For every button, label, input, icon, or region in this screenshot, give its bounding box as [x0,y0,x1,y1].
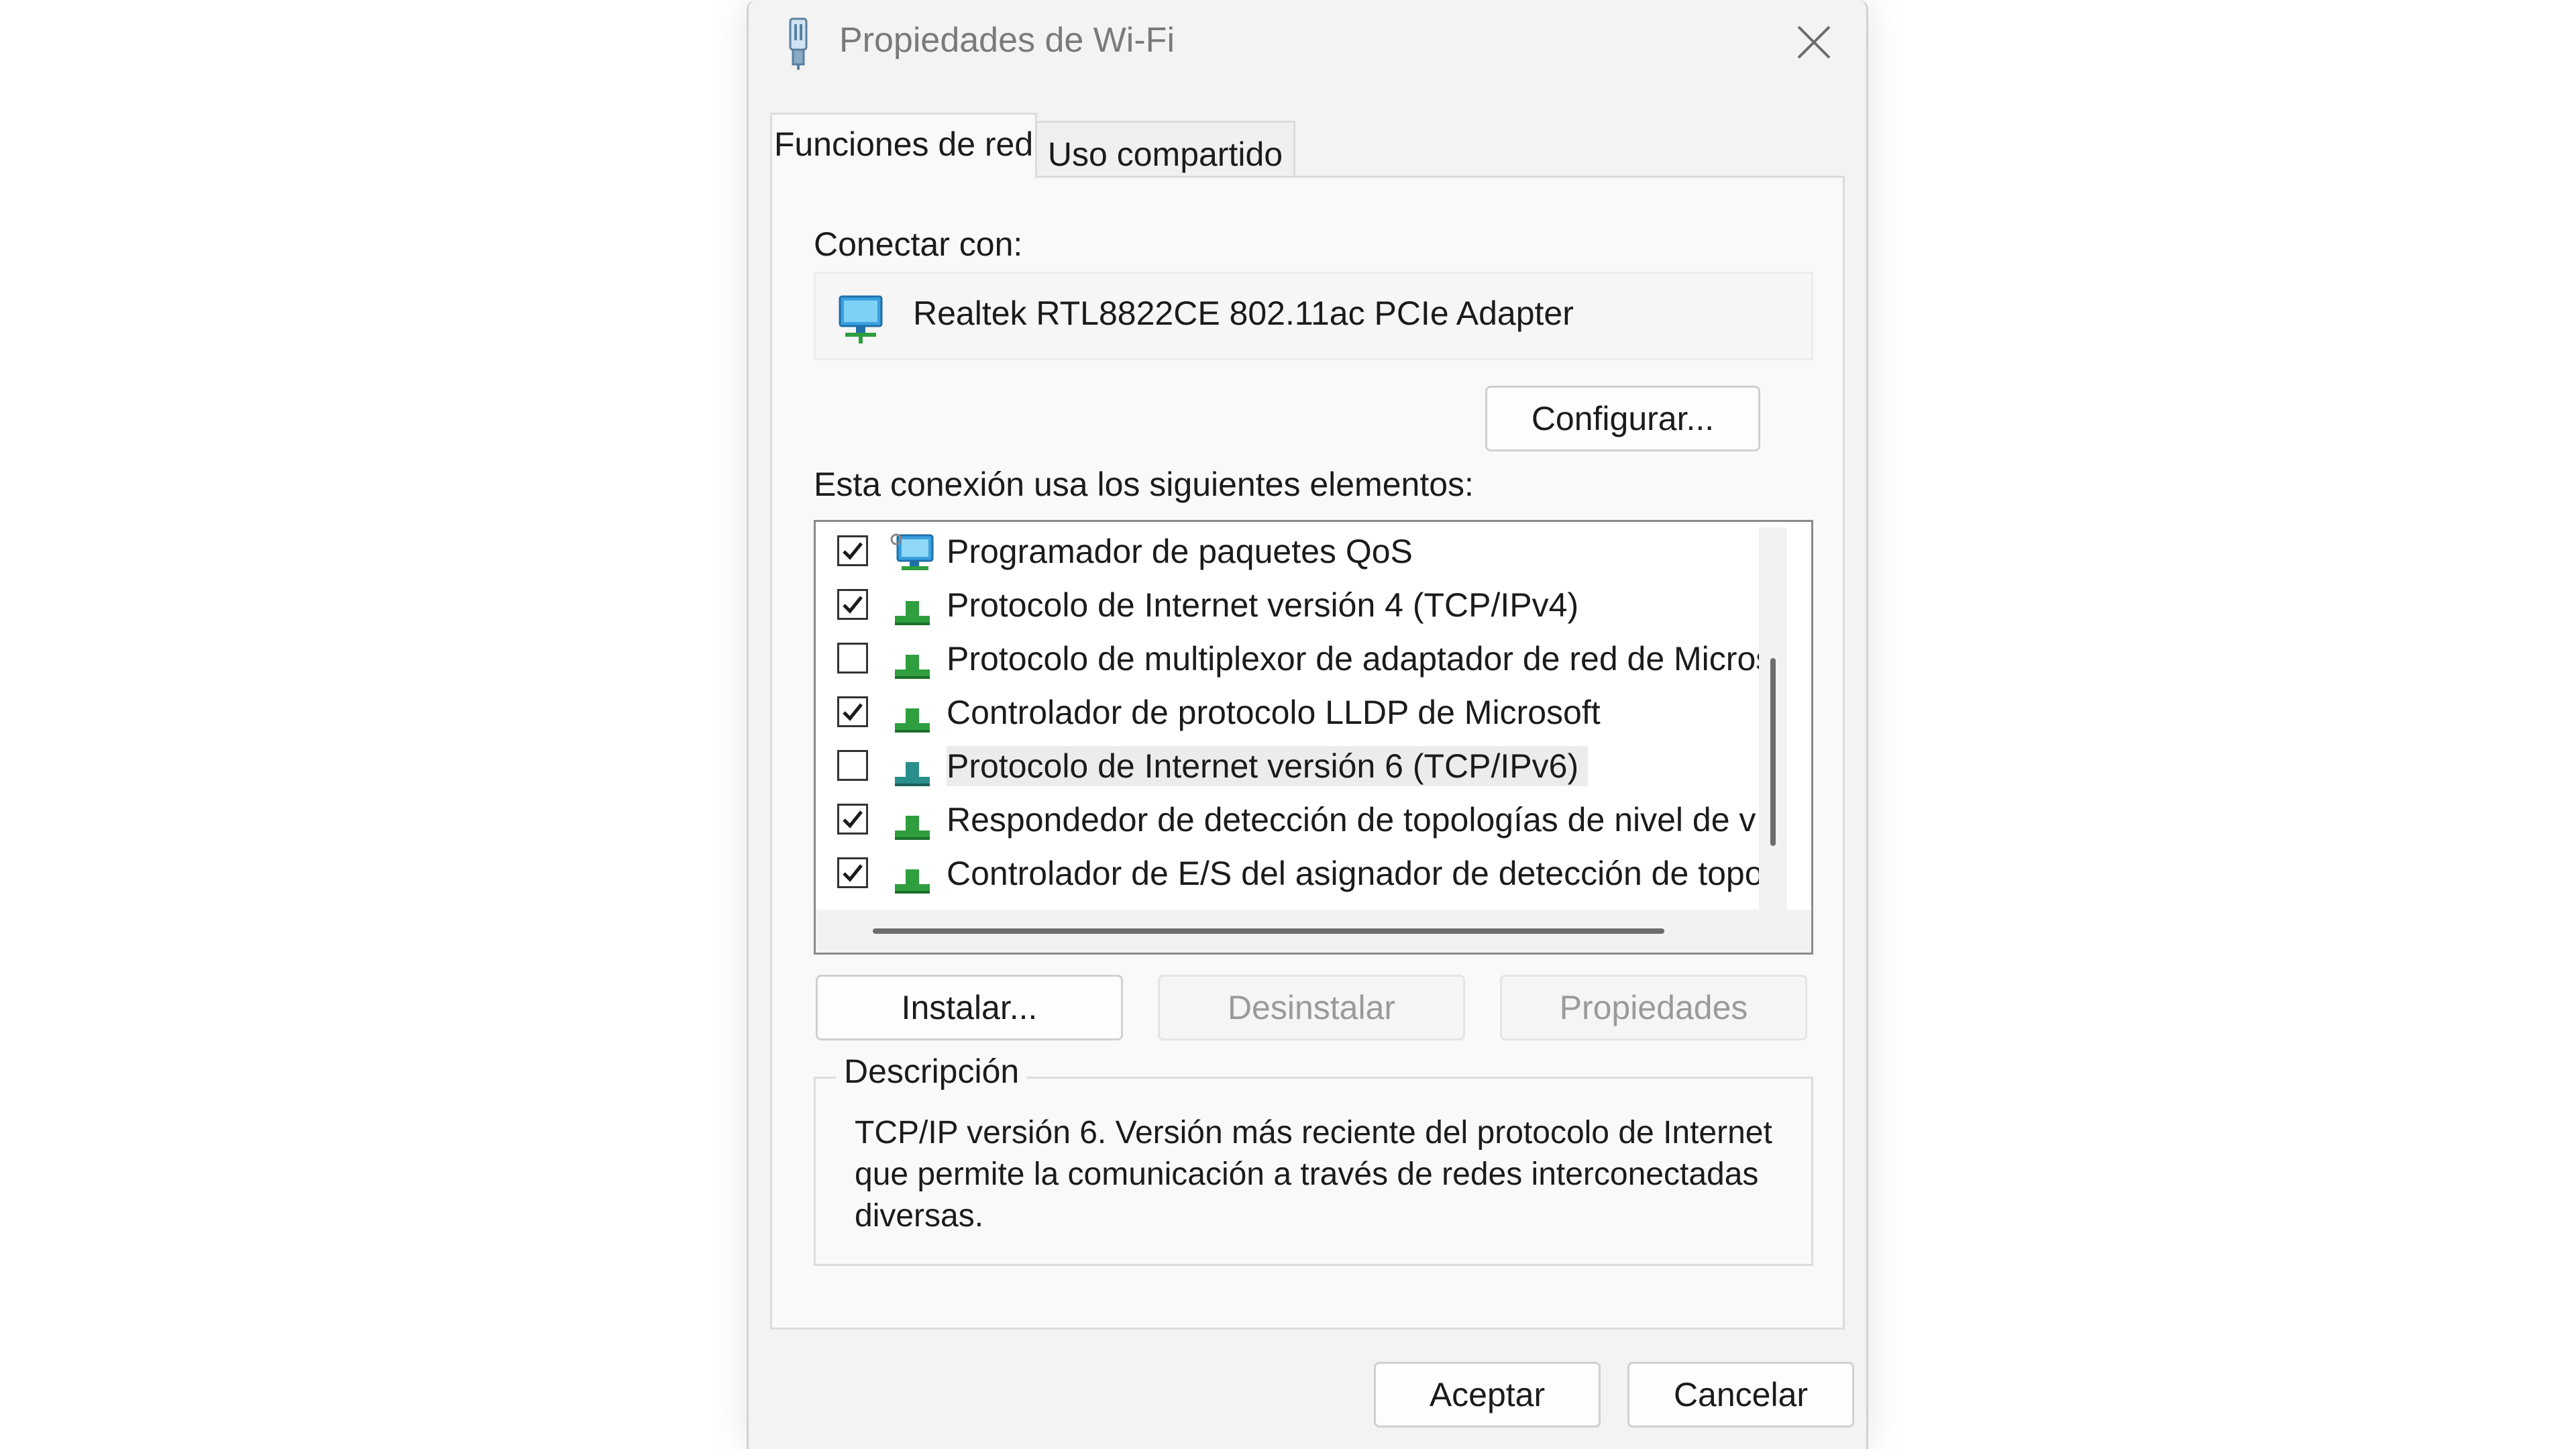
list-item[interactable]: Protocolo de Internet versión 4 (TCP/IPv… [816,580,1755,633]
tab-uso-compartido[interactable]: Uso compartido [1037,121,1295,177]
list-item[interactable]: Controlador de E/S del asignador de dete… [816,848,1764,902]
wifi-adapter-icon [789,17,808,70]
list-item[interactable]: Programador de paquetes QoS [816,526,1755,580]
uninstall-button[interactable]: Desinstalar [1158,975,1465,1040]
vertical-scrollbar[interactable] [1759,527,1787,910]
protocol-icon [895,816,930,840]
item-checkbox[interactable] [837,535,868,566]
item-checkbox[interactable] [837,750,868,781]
item-label[interactable]: Controlador de protocolo LLDP de Microso… [947,692,1601,733]
list-item[interactable]: Protocolo de multiplexor de adaptador de… [816,633,1772,687]
item-label[interactable]: Respondedor de detección de topologías d… [947,800,1756,840]
list-item-selected[interactable]: Protocolo de Internet versión 6 (TCP/IPv… [816,741,1755,794]
item-checkbox[interactable] [837,643,868,674]
components-list[interactable]: Programador de paquetes QoS Protocolo de… [814,520,1813,955]
checkmark-icon [843,703,863,721]
item-label[interactable]: Protocolo de Internet versión 6 (TCP/IPv… [947,746,1589,786]
wifi-properties-dialog: Propiedades de Wi-Fi Funciones de red Us… [747,0,1868,1449]
item-label[interactable]: Controlador de E/S del asignador de dete… [947,853,1764,894]
network-adapter-icon [839,295,883,343]
close-icon [1797,25,1831,59]
protocol-icon [895,762,930,786]
adapter-name: Realtek RTL8822CE 802.11ac PCIe Adapter [913,294,1574,332]
description-group: Descripción TCP/IP versión 6. Versión má… [814,1052,1813,1266]
checkmark-icon [843,542,863,560]
close-button[interactable] [1780,12,1847,72]
item-checkbox[interactable] [837,696,868,727]
configure-button[interactable]: Configurar... [1485,386,1760,451]
description-text: TCP/IP versión 6. Versión más reciente d… [855,1115,1772,1234]
vertical-scroll-thumb[interactable] [1770,658,1776,846]
items-label: Esta conexión usa los siguientes element… [814,466,1474,503]
item-label[interactable]: Protocolo de Internet versión 4 (TCP/IPv… [947,585,1578,625]
checkmark-icon [843,596,863,614]
title-bar: Propiedades de Wi-Fi [749,0,1866,87]
item-checkbox[interactable] [837,857,868,888]
cancel-button[interactable]: Cancelar [1627,1362,1854,1428]
window-title: Propiedades de Wi-Fi [839,21,1175,60]
checkmark-icon [843,864,863,882]
protocol-icon [895,869,930,894]
protocol-icon [895,601,930,625]
item-label[interactable]: Protocolo de multiplexor de adaptador de… [947,639,1772,679]
adapter-field: Realtek RTL8822CE 802.11ac PCIe Adapter [814,272,1813,360]
horizontal-scroll-thumb[interactable] [873,928,1664,934]
properties-button[interactable]: Propiedades [1500,975,1807,1040]
horizontal-scrollbar[interactable] [816,910,1811,953]
protocol-icon [895,708,930,733]
install-button[interactable]: Instalar... [816,975,1123,1040]
ok-button[interactable]: Aceptar [1374,1362,1601,1428]
tab-funciones-de-red[interactable]: Funciones de red [770,113,1037,178]
list-item[interactable]: Respondedor de detección de topologías d… [816,794,1756,848]
networking-tab-panel: Conectar con: Realtek RTL8822CE 802.11ac… [770,176,1845,1330]
item-checkbox[interactable] [837,804,868,835]
qos-scheduler-icon [890,533,934,570]
connect-using-label: Conectar con: [814,225,1023,263]
protocol-icon [895,655,930,679]
list-item[interactable]: Controlador de protocolo LLDP de Microso… [816,687,1755,741]
description-legend: Descripción [836,1052,1028,1091]
checkmark-icon [843,810,863,828]
item-label[interactable]: Programador de paquetes QoS [947,531,1413,572]
item-checkbox[interactable] [837,589,868,620]
